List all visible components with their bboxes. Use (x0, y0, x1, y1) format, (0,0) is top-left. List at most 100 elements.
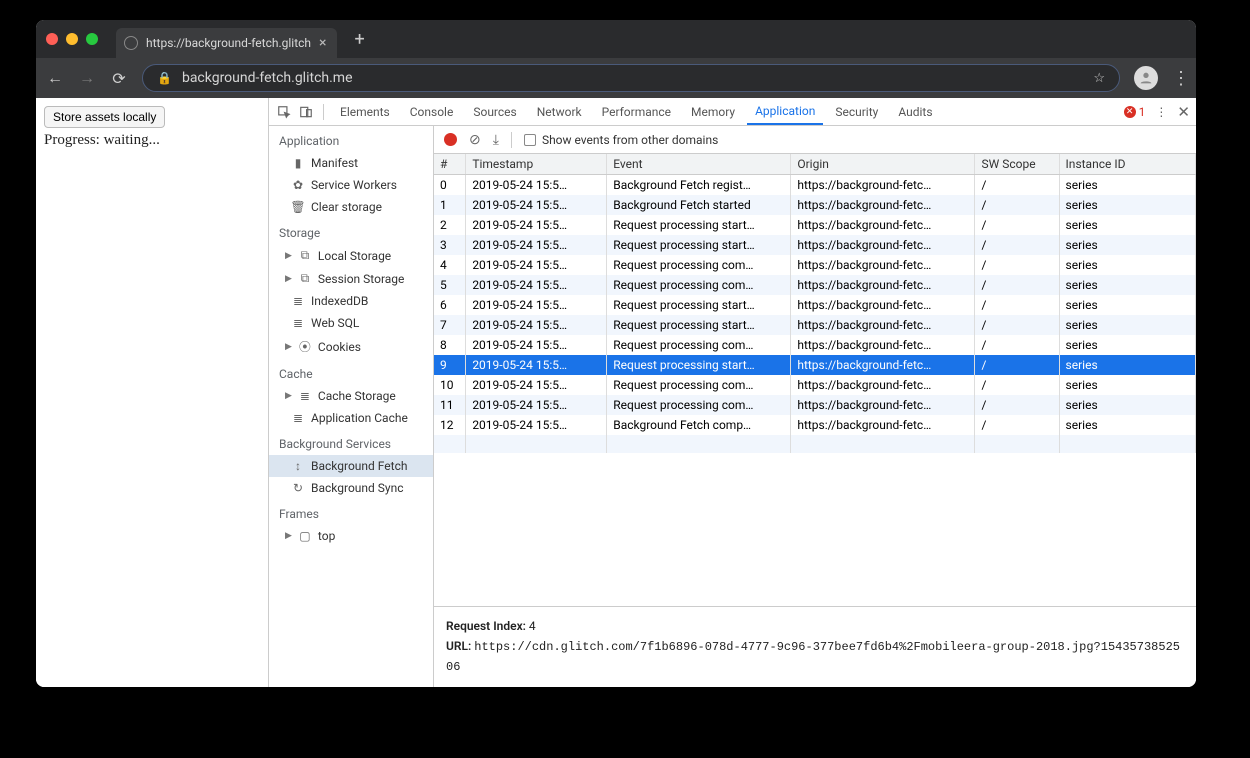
forward-button[interactable]: → (78, 68, 96, 88)
window-icon: ▢ (298, 529, 312, 543)
table-row[interactable]: 122019-05-24 15:5…Background Fetch comp…… (434, 415, 1196, 435)
table-row[interactable]: 42019-05-24 15:5…Request processing com…… (434, 255, 1196, 275)
record-button[interactable] (444, 133, 457, 146)
col-timestamp[interactable]: Timestamp (466, 154, 607, 175)
store-assets-button[interactable]: Store assets locally (44, 106, 165, 128)
minimize-window-button[interactable] (66, 33, 78, 45)
col-number[interactable]: # (434, 154, 466, 175)
tab-audits[interactable]: Audits (890, 98, 940, 125)
table-row[interactable]: 102019-05-24 15:5…Request processing com… (434, 375, 1196, 395)
browser-window: https://background-fetch.glitch × + ← → … (36, 20, 1196, 687)
table-row[interactable]: 12019-05-24 15:5…Background Fetch starte… (434, 195, 1196, 215)
table-cell: / (975, 235, 1059, 255)
table-row[interactable]: 02019-05-24 15:5…Background Fetch regist… (434, 175, 1196, 196)
error-count[interactable]: ✕ 1 (1124, 105, 1146, 119)
table-cell: 12 (434, 415, 466, 435)
table-cell: 2019-05-24 15:5… (466, 255, 607, 275)
table-cell: 2019-05-24 15:5… (466, 195, 607, 215)
table-cell: Request processing com… (607, 395, 791, 415)
bookmark-star-icon[interactable]: ☆ (1093, 71, 1105, 86)
database-icon: ≣ (298, 389, 312, 403)
content-area: Store assets locally Progress: waiting..… (36, 98, 1196, 687)
back-button[interactable]: ← (46, 68, 64, 88)
table-cell: series (1059, 355, 1195, 375)
table-cell: 2019-05-24 15:5… (466, 275, 607, 295)
lock-icon: 🔒 (157, 71, 172, 85)
table-cell: / (975, 215, 1059, 235)
devtools-menu-button[interactable]: ⋮ (1155, 105, 1167, 119)
address-bar: ← → ⟳ 🔒 background-fetch.glitch.me ☆ ⋮ (36, 58, 1196, 98)
url-text: background-fetch.glitch.me (182, 70, 1083, 86)
table-row[interactable]: 62019-05-24 15:5…Request processing star… (434, 295, 1196, 315)
table-row-empty (434, 435, 1196, 453)
table-cell: 2019-05-24 15:5… (466, 315, 607, 335)
tab-memory[interactable]: Memory (683, 98, 743, 125)
col-origin[interactable]: Origin (791, 154, 975, 175)
events-table: # Timestamp Event Origin SW Scope Instan… (434, 154, 1196, 453)
close-window-button[interactable] (46, 33, 58, 45)
url-bar[interactable]: 🔒 background-fetch.glitch.me ☆ (142, 64, 1120, 92)
table-row[interactable]: 92019-05-24 15:5…Request processing star… (434, 355, 1196, 375)
show-other-domains-checkbox[interactable]: Show events from other domains (524, 133, 718, 147)
table-row[interactable]: 112019-05-24 15:5…Request processing com… (434, 395, 1196, 415)
sidebar-item-top-frame[interactable]: ▶▢top (269, 525, 433, 547)
sidebar-item-manifest[interactable]: ▮Manifest (269, 152, 433, 174)
col-instance-id[interactable]: Instance ID (1059, 154, 1195, 175)
sidebar-item-service-workers[interactable]: ✿Service Workers (269, 174, 433, 196)
maximize-window-button[interactable] (86, 33, 98, 45)
sidebar-item-background-sync[interactable]: ↻Background Sync (269, 477, 433, 499)
database-icon: ⧉ (298, 248, 312, 263)
tab-console[interactable]: Console (402, 98, 462, 125)
inspect-element-icon[interactable] (275, 103, 293, 121)
table-cell: / (975, 355, 1059, 375)
reload-button[interactable]: ⟳ (110, 69, 128, 88)
table-row[interactable]: 52019-05-24 15:5…Request processing com…… (434, 275, 1196, 295)
clear-icon[interactable]: ⊘ (469, 132, 481, 148)
browser-menu-button[interactable]: ⋮ (1172, 68, 1186, 89)
table-cell: / (975, 315, 1059, 335)
browser-tab[interactable]: https://background-fetch.glitch × (116, 28, 337, 58)
table-row[interactable]: 82019-05-24 15:5…Request processing com…… (434, 335, 1196, 355)
device-toggle-icon[interactable] (297, 103, 315, 121)
download-icon[interactable]: ⤓ (493, 132, 499, 148)
tab-application[interactable]: Application (747, 98, 823, 125)
sidebar-group-frames: Frames (269, 499, 433, 525)
table-cell: https://background-fetc… (791, 215, 975, 235)
globe-icon (124, 36, 138, 50)
sidebar-item-cache-storage[interactable]: ▶≣Cache Storage (269, 385, 433, 407)
sidebar-item-session-storage[interactable]: ▶⧉Session Storage (269, 267, 433, 290)
devtools-close-button[interactable]: ✕ (1177, 103, 1190, 121)
tab-performance[interactable]: Performance (594, 98, 679, 125)
tab-network[interactable]: Network (529, 98, 590, 125)
events-toolbar: ⊘ ⤓ Show events from other domains (434, 126, 1196, 154)
table-cell: https://background-fetc… (791, 295, 975, 315)
table-cell: series (1059, 415, 1195, 435)
sidebar-item-application-cache[interactable]: ≣Application Cache (269, 407, 433, 429)
table-cell: https://background-fetc… (791, 355, 975, 375)
col-sw-scope[interactable]: SW Scope (975, 154, 1059, 175)
table-cell: 9 (434, 355, 466, 375)
table-cell: https://background-fetc… (791, 335, 975, 355)
new-tab-button[interactable]: + (355, 29, 365, 50)
close-tab-icon[interactable]: × (319, 35, 326, 51)
table-cell: Request processing com… (607, 375, 791, 395)
table-row[interactable]: 22019-05-24 15:5…Request processing star… (434, 215, 1196, 235)
sidebar-item-indexeddb[interactable]: ≣IndexedDB (269, 290, 433, 312)
tab-elements[interactable]: Elements (332, 98, 398, 125)
table-cell: / (975, 295, 1059, 315)
table-cell: 7 (434, 315, 466, 335)
table-row[interactable]: 32019-05-24 15:5…Request processing star… (434, 235, 1196, 255)
table-cell: https://background-fetc… (791, 415, 975, 435)
table-cell: 5 (434, 275, 466, 295)
table-row[interactable]: 72019-05-24 15:5…Request processing star… (434, 315, 1196, 335)
sidebar-item-local-storage[interactable]: ▶⧉Local Storage (269, 244, 433, 267)
sidebar-item-cookies[interactable]: ▶⦿Cookies (269, 334, 433, 359)
tab-security[interactable]: Security (827, 98, 886, 125)
table-cell: series (1059, 195, 1195, 215)
sidebar-item-clear-storage[interactable]: 🗑Clear storage (269, 196, 433, 218)
sidebar-item-background-fetch[interactable]: ↕Background Fetch (269, 455, 433, 477)
col-event[interactable]: Event (607, 154, 791, 175)
tab-sources[interactable]: Sources (465, 98, 524, 125)
sidebar-item-websql[interactable]: ≣Web SQL (269, 312, 433, 334)
profile-avatar[interactable] (1134, 66, 1158, 90)
